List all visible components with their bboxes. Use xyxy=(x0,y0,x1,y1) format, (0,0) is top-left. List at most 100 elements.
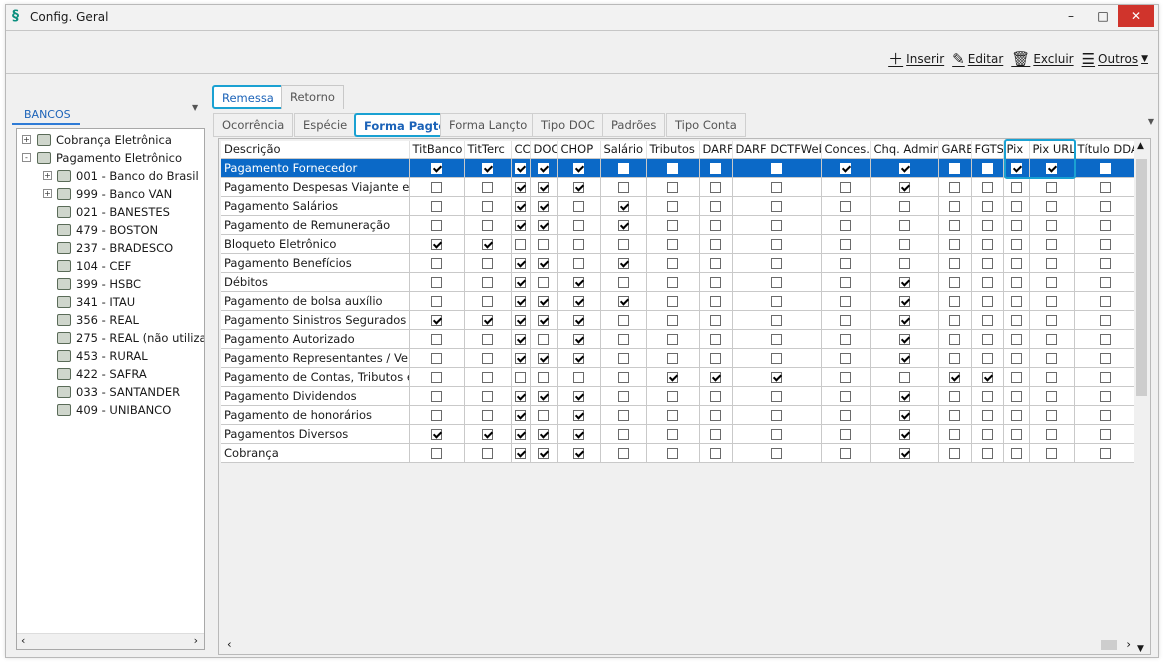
option-checkbox[interactable] xyxy=(667,428,678,440)
option-checkbox[interactable] xyxy=(1046,314,1057,326)
option-checkbox[interactable] xyxy=(771,276,782,288)
option-checkbox[interactable] xyxy=(667,390,678,402)
column-header[interactable]: Conces. xyxy=(821,141,871,159)
option-checkbox[interactable] xyxy=(710,200,721,212)
edit-button[interactable]: ✎ Editar xyxy=(952,52,1003,67)
option-checkbox[interactable] xyxy=(949,428,960,440)
option-checkbox[interactable] xyxy=(482,314,493,326)
option-checkbox[interactable] xyxy=(482,333,493,345)
option-checkbox[interactable] xyxy=(840,371,851,383)
option-checkbox[interactable] xyxy=(431,447,442,459)
option-checkbox[interactable] xyxy=(1010,238,1022,250)
option-checkbox[interactable] xyxy=(617,295,629,307)
option-checkbox[interactable] xyxy=(617,314,629,326)
option-checkbox[interactable] xyxy=(617,276,629,288)
tab-padroes[interactable]: Padrões xyxy=(602,113,666,137)
option-checkbox[interactable] xyxy=(667,257,678,269)
column-header[interactable]: DARF xyxy=(699,141,733,159)
option-checkbox[interactable] xyxy=(482,295,493,307)
option-checkbox[interactable] xyxy=(710,219,721,231)
scroll-thumb[interactable] xyxy=(1136,159,1147,396)
option-checkbox[interactable] xyxy=(482,409,493,421)
option-checkbox[interactable] xyxy=(482,257,493,269)
option-checkbox[interactable] xyxy=(981,162,993,174)
option-checkbox[interactable] xyxy=(771,257,782,269)
expand-icon[interactable]: + xyxy=(43,189,52,198)
option-checkbox[interactable] xyxy=(515,333,526,345)
option-checkbox[interactable] xyxy=(840,162,851,174)
chevron-down-icon[interactable]: ▼ xyxy=(192,103,198,112)
option-checkbox[interactable] xyxy=(898,371,910,383)
option-checkbox[interactable] xyxy=(1010,181,1022,193)
scroll-right-icon[interactable]: › xyxy=(194,634,198,647)
table-row[interactable]: Pagamento Despesas Viajante em xyxy=(221,177,1137,197)
option-checkbox[interactable] xyxy=(981,181,993,193)
option-checkbox[interactable] xyxy=(431,428,442,440)
column-header[interactable]: TitTerc xyxy=(464,141,512,159)
option-checkbox[interactable] xyxy=(1010,409,1022,421)
option-checkbox[interactable] xyxy=(538,409,549,421)
option-checkbox[interactable] xyxy=(1010,333,1022,345)
option-checkbox[interactable] xyxy=(431,276,442,288)
option-checkbox[interactable] xyxy=(1046,181,1057,193)
option-checkbox[interactable] xyxy=(710,333,721,345)
column-header[interactable]: CC xyxy=(511,141,531,159)
option-checkbox[interactable] xyxy=(949,257,960,269)
option-checkbox[interactable] xyxy=(710,428,721,440)
option-checkbox[interactable] xyxy=(949,314,960,326)
option-checkbox[interactable] xyxy=(949,219,960,231)
expand-icon[interactable]: + xyxy=(22,135,31,144)
option-checkbox[interactable] xyxy=(981,447,993,459)
column-header[interactable]: FGTS xyxy=(971,141,1004,159)
option-checkbox[interactable] xyxy=(840,200,851,212)
option-checkbox[interactable] xyxy=(1046,409,1057,421)
option-checkbox[interactable] xyxy=(573,371,584,383)
option-checkbox[interactable] xyxy=(515,428,526,440)
tab-tipo-conta[interactable]: Tipo Conta xyxy=(666,113,746,137)
column-header[interactable]: GARE xyxy=(938,141,972,159)
option-checkbox[interactable] xyxy=(573,238,584,250)
tree-node[interactable]: +001 - Banco do Brasil xyxy=(43,167,199,185)
option-checkbox[interactable] xyxy=(1010,200,1022,212)
option-checkbox[interactable] xyxy=(1046,257,1057,269)
option-checkbox[interactable] xyxy=(898,428,910,440)
option-checkbox[interactable] xyxy=(1099,181,1111,193)
maximize-button[interactable]: □ xyxy=(1088,5,1118,27)
option-checkbox[interactable] xyxy=(949,352,960,364)
option-checkbox[interactable] xyxy=(431,200,442,212)
option-checkbox[interactable] xyxy=(538,295,549,307)
option-checkbox[interactable] xyxy=(573,162,584,174)
option-checkbox[interactable] xyxy=(1010,162,1022,174)
option-checkbox[interactable] xyxy=(898,314,910,326)
option-checkbox[interactable] xyxy=(482,276,493,288)
tree-node[interactable]: 237 - BRADESCO xyxy=(57,239,173,257)
option-checkbox[interactable] xyxy=(482,390,493,402)
option-checkbox[interactable] xyxy=(538,333,549,345)
option-checkbox[interactable] xyxy=(538,238,549,250)
option-checkbox[interactable] xyxy=(771,200,782,212)
option-checkbox[interactable] xyxy=(538,314,549,326)
table-row[interactable]: Pagamentos Diversos xyxy=(221,424,1137,444)
option-checkbox[interactable] xyxy=(898,257,910,269)
option-checkbox[interactable] xyxy=(949,200,960,212)
option-checkbox[interactable] xyxy=(949,181,960,193)
option-checkbox[interactable] xyxy=(1010,295,1022,307)
option-checkbox[interactable] xyxy=(771,314,782,326)
option-checkbox[interactable] xyxy=(431,333,442,345)
option-checkbox[interactable] xyxy=(898,219,910,231)
column-header[interactable]: DARF DCTFWeb xyxy=(732,141,822,159)
option-checkbox[interactable] xyxy=(1046,333,1057,345)
option-checkbox[interactable] xyxy=(981,276,993,288)
column-header[interactable]: DOC xyxy=(530,141,558,159)
grid-horizontal-scrollbar[interactable]: ‹ › xyxy=(221,637,1134,653)
option-checkbox[interactable] xyxy=(515,371,526,383)
option-checkbox[interactable] xyxy=(1010,390,1022,402)
scroll-down-icon[interactable]: ▼ xyxy=(1137,644,1144,654)
option-checkbox[interactable] xyxy=(482,447,493,459)
table-row[interactable]: Pagamento Representantes / Vend xyxy=(221,348,1137,368)
option-checkbox[interactable] xyxy=(771,352,782,364)
option-checkbox[interactable] xyxy=(710,238,721,250)
option-checkbox[interactable] xyxy=(667,409,678,421)
option-checkbox[interactable] xyxy=(840,238,851,250)
option-checkbox[interactable] xyxy=(667,295,678,307)
